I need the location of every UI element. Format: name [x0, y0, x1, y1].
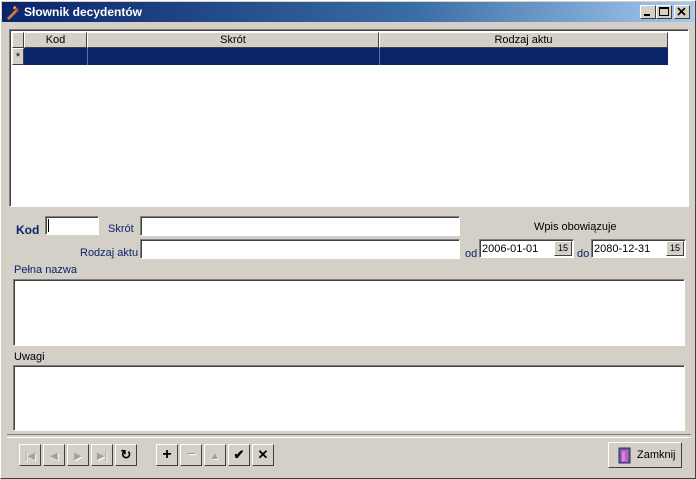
rodzaj-aktu-label: Rodzaj aktu [80, 247, 139, 259]
notes-textarea[interactable] [13, 365, 685, 431]
cancel-icon: ✕ [257, 447, 269, 462]
door-exit-icon [618, 447, 631, 464]
close-button[interactable]: Zamknij [608, 442, 682, 468]
app-icon [7, 6, 19, 20]
date-to-calendar-button[interactable]: 15 [666, 241, 684, 256]
kod-input[interactable] [45, 216, 99, 235]
full-name-label: Pełna nazwa [14, 264, 77, 276]
cancel-record-button[interactable]: ✕ [252, 444, 274, 466]
window-title: Słownik decydentów [24, 5, 143, 19]
checkmark-icon: ✔ [233, 447, 245, 462]
notes-label: Uwagi [14, 351, 45, 363]
date-from-label: od [465, 248, 478, 260]
close-window-button[interactable] [674, 5, 690, 19]
last-record-button[interactable]: ▶| [91, 444, 113, 466]
minimize-icon [644, 14, 650, 16]
maximize-button[interactable] [656, 5, 672, 19]
prev-icon: ◀ [50, 451, 58, 462]
separator [7, 434, 691, 438]
date-to-input[interactable]: 2080-12-31 15 [591, 239, 686, 258]
calendar-icon: 15 [557, 243, 568, 253]
date-from-value: 2006-01-01 [482, 243, 539, 255]
next-record-button[interactable]: ▶ [67, 444, 89, 466]
skrot-input[interactable] [140, 216, 460, 236]
next-icon: ▶ [74, 451, 82, 462]
post-record-button[interactable]: ✔ [228, 444, 250, 466]
row-marker: * [12, 48, 24, 65]
column-header-kod[interactable]: Kod [24, 32, 87, 48]
minimize-button[interactable] [640, 5, 656, 19]
close-icon [677, 7, 686, 16]
column-header-rodzaj-aktu[interactable]: Rodzaj aktu [379, 32, 668, 48]
calendar-icon: 15 [669, 243, 680, 253]
date-from-calendar-button[interactable]: 15 [554, 241, 572, 256]
delete-record-button[interactable]: − [180, 444, 202, 466]
record-navigator: |◀ ◀ ▶ ▶| ↻ + − ▲ ✔ ✕ [13, 439, 685, 471]
kod-label: Kod [16, 223, 40, 237]
column-header-skrot[interactable]: Skrót [87, 32, 379, 48]
records-grid[interactable]: Kod Skrót Rodzaj aktu * [9, 29, 689, 207]
date-from-input[interactable]: 2006-01-01 15 [479, 239, 574, 258]
edit-record-button[interactable]: ▲ [204, 444, 226, 466]
refresh-icon: ↻ [120, 447, 132, 462]
table-row[interactable] [24, 48, 668, 65]
skrot-label: Skrót [108, 223, 134, 235]
refresh-button[interactable]: ↻ [115, 444, 137, 466]
first-icon: |◀ [24, 451, 36, 462]
rodzaj-aktu-input[interactable] [140, 239, 460, 259]
full-name-textarea[interactable] [13, 279, 685, 346]
prev-record-button[interactable]: ◀ [43, 444, 65, 466]
plus-icon: + [162, 446, 172, 463]
first-record-button[interactable]: |◀ [19, 444, 41, 466]
minus-icon: − [186, 446, 196, 463]
last-icon: ▶| [96, 451, 108, 462]
edit-icon: ▲ [210, 451, 220, 462]
maximize-icon [659, 7, 669, 16]
add-record-button[interactable]: + [156, 444, 178, 466]
dictionary-window: Słownik decydentów Kod Skrót Rodzaj aktu… [0, 0, 696, 479]
validity-label: Wpis obowiązuje [534, 221, 617, 233]
close-button-label: Zamknij [637, 449, 676, 461]
title-bar[interactable]: Słownik decydentów [2, 2, 694, 22]
date-to-value: 2080-12-31 [594, 243, 651, 255]
row-indicator-header [12, 32, 24, 48]
text-cursor [48, 219, 49, 232]
date-to-label: do [577, 248, 590, 260]
